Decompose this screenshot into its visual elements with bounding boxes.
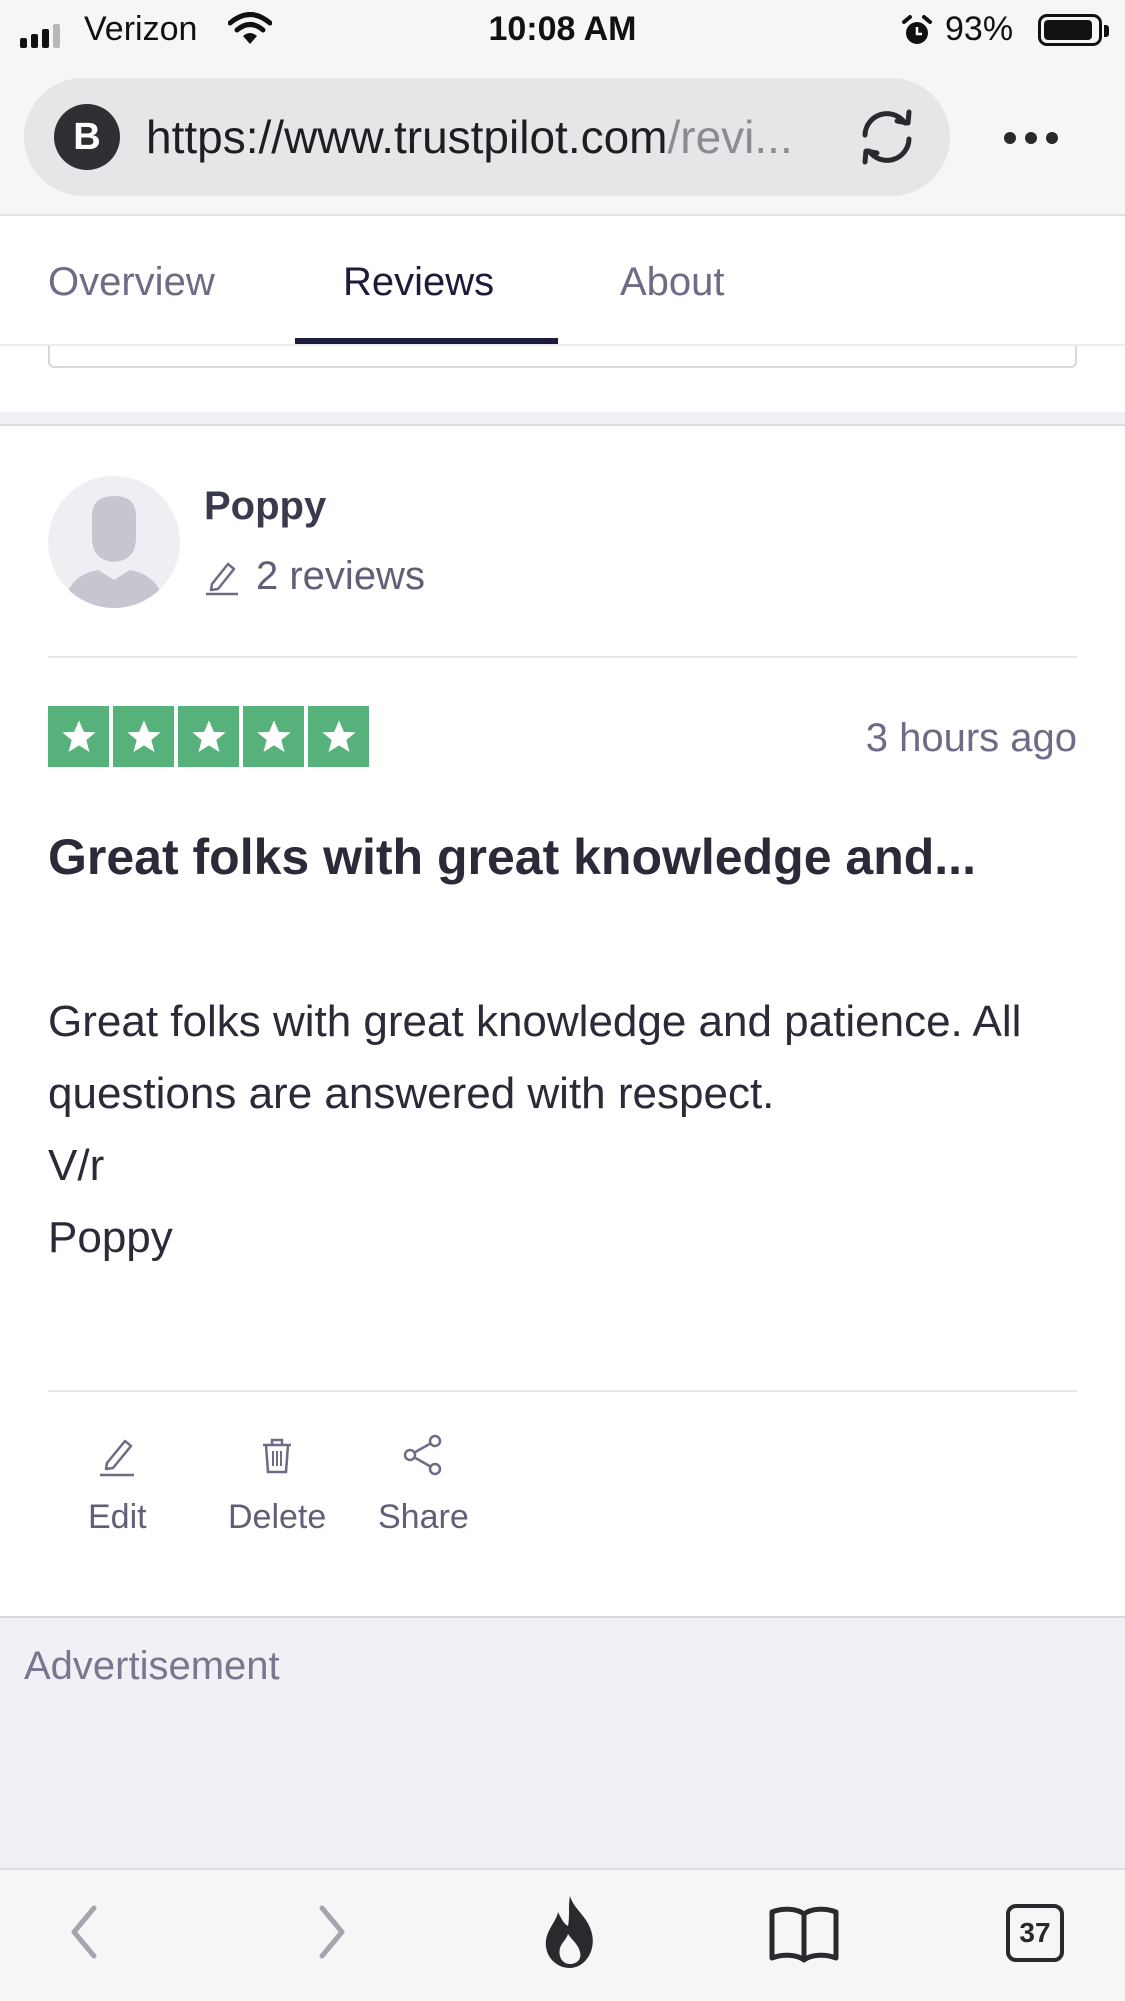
- delete-label: Delete: [228, 1498, 327, 1536]
- trash-icon: [263, 1438, 292, 1474]
- battery-percent: 93%: [945, 10, 1014, 48]
- url-host: https://www.trustpilot.com: [146, 111, 668, 163]
- review-actions: Edit Delete Share: [0, 1430, 1125, 1540]
- more-icon[interactable]: [1004, 132, 1058, 144]
- back-icon[interactable]: [62, 1900, 106, 1964]
- edit-label: Edit: [88, 1498, 147, 1536]
- section-separator: [0, 412, 1125, 426]
- page-tabs: Overview Reviews About: [0, 218, 1125, 346]
- divider: [48, 1390, 1077, 1392]
- review-title[interactable]: Great folks with great knowledge and...: [48, 818, 1077, 896]
- browser-toolbar: 37: [0, 1868, 1125, 2001]
- star-rating: [48, 706, 369, 767]
- forward-icon[interactable]: [310, 1900, 354, 1964]
- avatar-silhouette-icon: [64, 496, 164, 608]
- divider: [48, 656, 1077, 658]
- edit-button[interactable]: Edit: [88, 1430, 147, 1537]
- reload-icon[interactable]: [852, 104, 922, 170]
- review-count-label: 2 reviews: [256, 554, 425, 598]
- reviewer-name[interactable]: Poppy: [204, 484, 326, 529]
- star-icon: [113, 706, 174, 767]
- tab-overview[interactable]: Overview: [48, 260, 215, 305]
- pencil-icon: [206, 562, 238, 595]
- battery-icon: [1038, 14, 1109, 46]
- advertisement-area: Advertisement: [0, 1616, 1125, 1868]
- star-icon: [308, 706, 369, 767]
- edit-icon: [100, 1439, 135, 1477]
- alarm-icon: [902, 15, 932, 44]
- previous-card-edge: [48, 346, 1077, 368]
- tab-about[interactable]: About: [620, 260, 725, 305]
- review-body-text: Great folks with great knowledge and pat…: [48, 997, 1022, 1118]
- review-body-signature: Poppy: [48, 1213, 173, 1262]
- url-path: /revi...: [667, 111, 793, 163]
- review-body-signoff: V/r: [48, 1141, 105, 1190]
- url-field[interactable]: B https://www.trustpilot.com/revi...: [24, 78, 950, 196]
- share-label: Share: [378, 1498, 469, 1536]
- browser-address-bar: B https://www.trustpilot.com/revi...: [0, 62, 1125, 216]
- flame-icon[interactable]: [538, 1894, 602, 1970]
- url-text[interactable]: https://www.trustpilot.com/revi...: [146, 110, 866, 164]
- star-icon: [48, 706, 109, 767]
- reviewer-review-count: 2 reviews: [204, 554, 425, 599]
- delete-button[interactable]: Delete: [228, 1430, 326, 1537]
- tabs-icon[interactable]: 37: [1006, 1904, 1064, 1962]
- bookmarks-icon[interactable]: [768, 1904, 840, 1964]
- advertisement-label: Advertisement: [24, 1644, 280, 1688]
- share-button[interactable]: Share: [378, 1430, 469, 1537]
- status-bar: Verizon 10:08 AM 93%: [0, 0, 1125, 62]
- review-date: 3 hours ago: [865, 716, 1077, 760]
- avatar[interactable]: [48, 476, 180, 608]
- star-icon: [178, 706, 239, 767]
- site-badge-icon[interactable]: B: [54, 104, 120, 170]
- active-tab-indicator: [295, 338, 558, 344]
- review-body: Great folks with great knowledge and pat…: [48, 986, 1077, 1274]
- tab-reviews[interactable]: Reviews: [343, 260, 494, 305]
- star-icon: [243, 706, 304, 767]
- share-icon: [404, 1434, 442, 1476]
